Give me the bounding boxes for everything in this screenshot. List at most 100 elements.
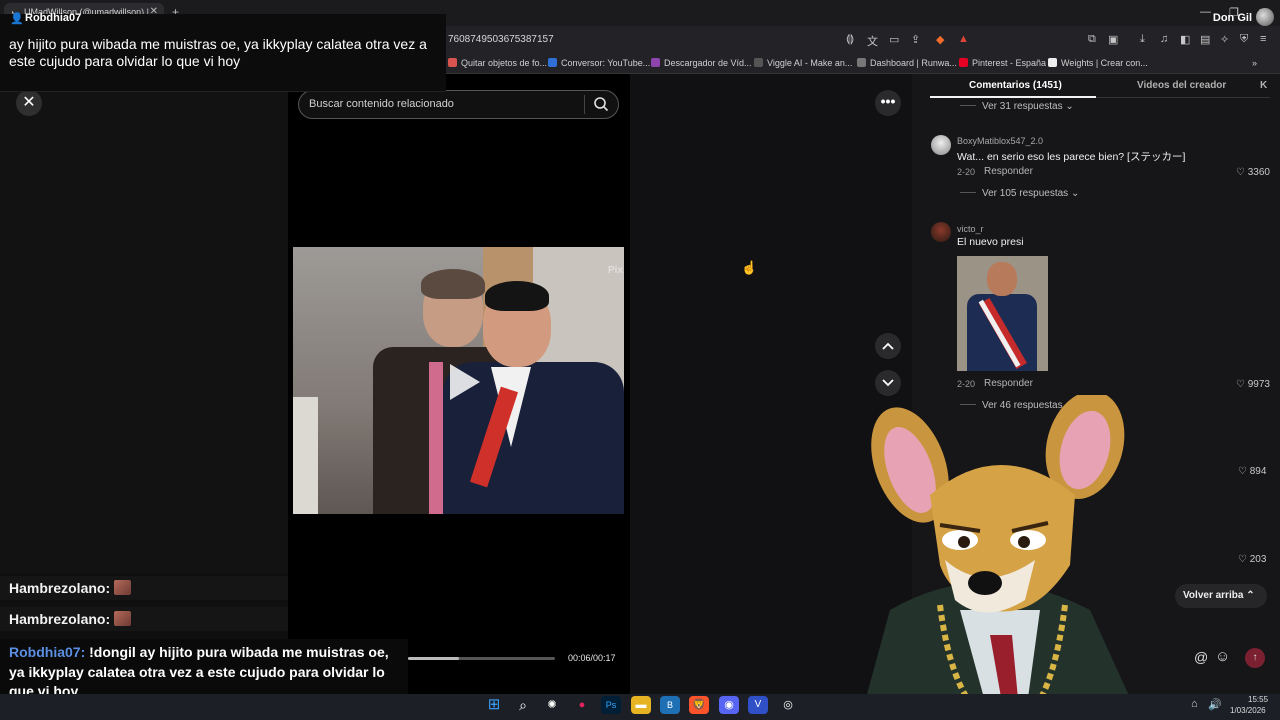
clock-time[interactable]: 15:55 [1248, 695, 1268, 704]
emoji-icon[interactable]: ☺ [1215, 648, 1230, 665]
bookmark-item[interactable]: Descargador de Víd... [651, 58, 752, 68]
video-scene-element [293, 397, 318, 514]
bookmark-item[interactable]: Pinterest - España [959, 58, 1046, 68]
like-button[interactable]: ♡ 203 [1238, 554, 1266, 565]
download-icon[interactable]: ⤓ [1140, 33, 1145, 46]
comment-date: 2-20 [957, 167, 976, 177]
audio-icon[interactable]: ⟬⟭ [846, 33, 854, 46]
next-video-button[interactable] [875, 370, 901, 396]
comment-text: Wat... en serio eso les parece bien? [ステ… [957, 151, 1186, 163]
tabs-icon[interactable]: ▣ [1108, 33, 1118, 46]
heart-icon: ♡ [1236, 167, 1245, 178]
chatgpt-icon[interactable]: ✺ [542, 696, 562, 714]
active-tab-indicator [930, 96, 1096, 98]
play-icon[interactable] [444, 360, 484, 404]
obs-icon[interactable]: ◎ [778, 696, 798, 714]
chevron-down-icon [882, 379, 894, 387]
start-icon[interactable]: ⊞ [484, 696, 504, 714]
app-icon[interactable]: B [660, 696, 680, 714]
more-options-button[interactable]: ••• [875, 90, 901, 116]
collapse-panel-button[interactable]: K [1260, 80, 1267, 91]
video-scene-element [485, 281, 549, 311]
sidebar-icon[interactable]: ◧ [1180, 33, 1190, 46]
search-icon[interactable]: ⌕ [513, 696, 533, 714]
reply-button[interactable]: Responder [984, 166, 1033, 177]
brave-shield-icon[interactable]: ◆ [936, 33, 944, 46]
video-time: 00:06/00:17 [568, 653, 616, 663]
view-replies-link[interactable]: Ver 105 respuestas ⌄ [960, 188, 1079, 199]
photoshop-icon[interactable]: Ps [601, 696, 621, 714]
chat-username: Robdhia07: [9, 644, 86, 660]
chat-username: Robdhia07 [25, 12, 82, 24]
translate-icon[interactable]: 文 [867, 33, 878, 49]
like-button[interactable]: ♡ 3360 [1236, 167, 1270, 178]
search-placeholder: Buscar contenido relacionado [309, 98, 454, 110]
bookmark-favicon-icon [754, 58, 763, 67]
extensions-icon[interactable]: ⧉ [1088, 33, 1096, 46]
heart-icon: ♡ [1236, 379, 1245, 390]
clock-date[interactable]: 1/03/2026 [1230, 706, 1266, 715]
reply-button[interactable]: Responder [984, 378, 1033, 389]
user-icon: 👤 [10, 13, 24, 25]
avatar[interactable] [931, 222, 951, 242]
vpn-icon[interactable]: ⛨ [1240, 33, 1248, 46]
share-icon[interactable]: ⇪ [911, 33, 920, 46]
leo-ai-icon[interactable]: ✧ [1220, 33, 1229, 46]
url-field[interactable]: 7608749503675387157 [448, 34, 554, 45]
bookmark-favicon-icon [857, 58, 866, 67]
volume-icon[interactable]: 🔊 [1208, 698, 1222, 711]
discord-icon[interactable]: ◉ [719, 696, 739, 714]
bookmark-item[interactable]: Dashboard | Runwa... [857, 58, 957, 68]
menu-icon[interactable]: ≡ [1260, 33, 1266, 45]
bookmark-item[interactable]: Quitar objetos de fo... [448, 58, 547, 68]
video-progress-bar[interactable] [408, 657, 555, 660]
music-icon[interactable]: ♫ [1160, 33, 1168, 45]
chat-line: Hambrezolano: [9, 580, 132, 596]
comment-username[interactable]: BoxyMatiblox547_2.0 [957, 136, 1043, 146]
close-video-button[interactable]: ✕ [16, 90, 42, 116]
streamer-mascot-avatar [860, 395, 1140, 720]
previous-video-button[interactable] [875, 333, 901, 359]
tab-comments[interactable]: Comentarios (1451) [969, 80, 1062, 91]
tab-creator-videos[interactable]: Videos del creador [1137, 80, 1226, 91]
bookmark-favicon-icon [548, 58, 557, 67]
network-icon[interactable]: ⌂ [1191, 698, 1198, 710]
emote-icon [114, 580, 132, 595]
emote-icon [114, 611, 132, 626]
video-scene-element [421, 269, 485, 299]
double-chevron-up-icon: ⌃ [1246, 590, 1255, 601]
vegas-icon[interactable]: V [748, 696, 768, 714]
heart-icon: ♡ [1238, 554, 1247, 565]
avatar[interactable] [931, 135, 951, 155]
brave-icon[interactable]: 🦁 [689, 696, 709, 714]
bookmark-item[interactable]: Viggle AI - Make an... [754, 58, 852, 68]
chat-message: ay hijito pura wibada me muistras oe, ya… [9, 36, 427, 69]
bookmark-favicon-icon [448, 58, 457, 67]
comment-username[interactable]: victo_r [957, 224, 984, 234]
bookmarks-overflow-icon[interactable]: » [1252, 58, 1257, 68]
like-button[interactable]: ♡ 9973 [1236, 379, 1270, 390]
bookmark-item[interactable]: Weights | Crear con... [1048, 58, 1148, 68]
chat-line: Hambrezolano: [9, 611, 132, 627]
search-icon[interactable] [593, 96, 609, 112]
cast-icon[interactable]: ▭ [889, 33, 899, 46]
app-icon[interactable]: ● [572, 696, 592, 714]
brave-rewards-icon[interactable]: ▲ [958, 33, 969, 45]
view-replies-link[interactable]: Ver 31 respuestas ⌄ [960, 101, 1074, 112]
file-explorer-icon[interactable]: ▬ [631, 696, 651, 714]
bookmark-favicon-icon [1048, 58, 1057, 67]
comment-image[interactable] [957, 256, 1048, 371]
chevron-up-icon [882, 342, 894, 350]
chat-recipient: Don Gil [1212, 12, 1252, 24]
video-watermark: Pix [608, 265, 624, 276]
comment-text: El nuevo presi [957, 236, 1024, 248]
wallet-icon[interactable]: ▤ [1200, 33, 1210, 46]
minimize-button[interactable]: — [1200, 6, 1211, 18]
avatar [1256, 8, 1274, 26]
send-comment-button[interactable]: ↑ [1245, 648, 1265, 668]
bookmark-item[interactable]: Conversor: YouTube... [548, 58, 650, 68]
like-button[interactable]: ♡ 894 [1238, 466, 1266, 477]
heart-icon: ♡ [1238, 466, 1247, 477]
left-panel [0, 92, 288, 574]
comment-date: 2-20 [957, 379, 976, 389]
